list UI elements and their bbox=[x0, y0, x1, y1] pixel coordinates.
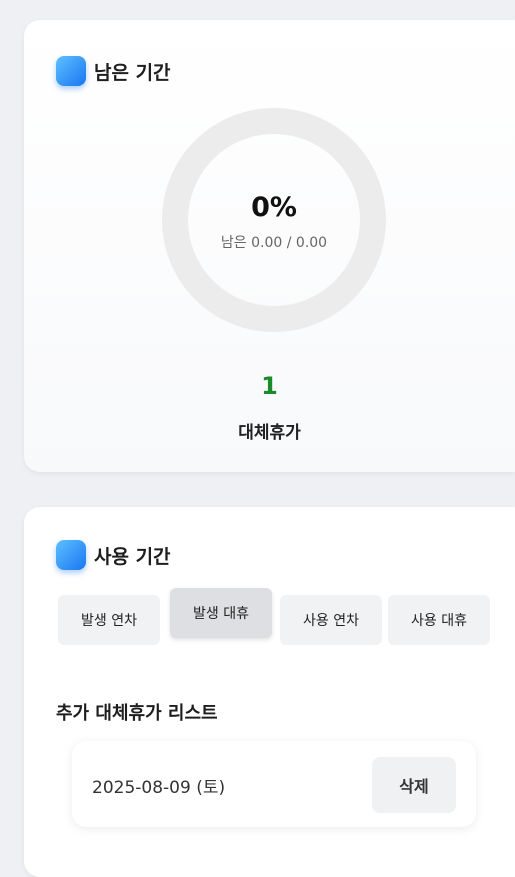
usage-period-header: 사용 기간 bbox=[56, 540, 171, 570]
remaining-period-header: 남은 기간 bbox=[56, 56, 171, 86]
usage-period-card: 사용 기간 발생 연차 발생 대휴 사용 연차 사용 대휴 추가 대체휴가 리스… bbox=[24, 507, 515, 877]
blue-square-icon bbox=[56, 540, 86, 570]
substitute-leave-label: 대체휴가 bbox=[238, 423, 301, 443]
tab-generated-annual[interactable]: 발생 연차 bbox=[58, 595, 160, 645]
remaining-period-card: 남은 기간 0% 남은 0.00 / 0.00 1 대체휴가 bbox=[24, 20, 515, 472]
tab-generated-substitute[interactable]: 발생 대휴 bbox=[170, 588, 272, 638]
delete-button[interactable]: 삭제 bbox=[372, 757, 456, 813]
tab-used-substitute[interactable]: 사용 대휴 bbox=[388, 595, 490, 645]
tab-used-annual[interactable]: 사용 연차 bbox=[280, 595, 382, 645]
remaining-period-title: 남은 기간 bbox=[94, 61, 171, 84]
list-item: 2025-08-09 (토) 삭제 bbox=[72, 741, 476, 827]
leave-date: 2025-08-09 (토) bbox=[92, 778, 226, 798]
remaining-amount: 남은 0.00 / 0.00 bbox=[220, 235, 328, 251]
extra-substitute-list-title: 추가 대체휴가 리스트 bbox=[56, 703, 218, 724]
donut-center: 0% 남은 0.00 / 0.00 bbox=[162, 108, 386, 332]
usage-period-title: 사용 기간 bbox=[94, 545, 171, 568]
remaining-percent: 0% bbox=[251, 192, 297, 223]
blue-square-icon bbox=[56, 56, 86, 86]
substitute-leave-count: 1 bbox=[261, 372, 278, 400]
